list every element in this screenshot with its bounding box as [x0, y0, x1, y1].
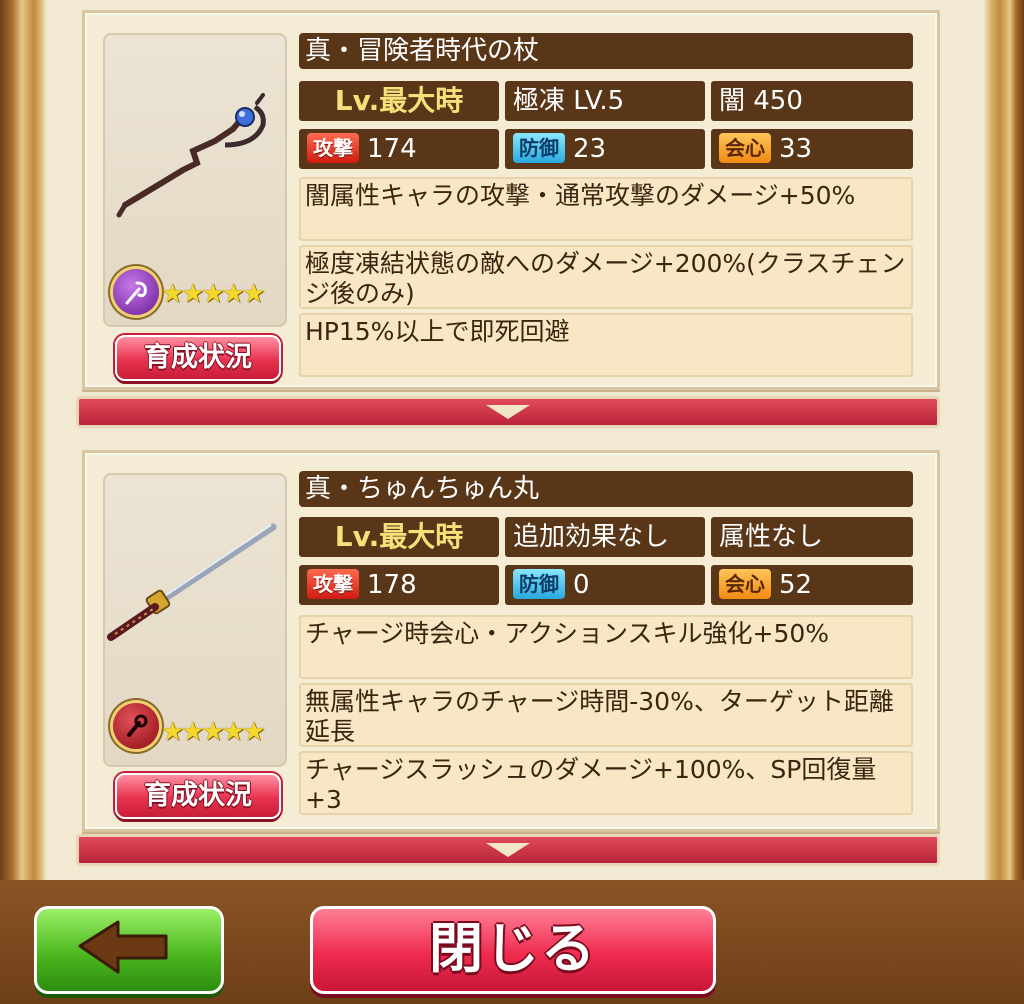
defense-tag: 防御 — [513, 132, 565, 163]
weapon-card: ★★★★★ 育成状況 真・ちゅんちゅん丸 Lv.最大時 追加効果なし 属性なし … — [82, 450, 940, 832]
attack-stat: 攻撃 178 — [299, 565, 499, 605]
effect-text: チャージスラッシュのダメージ+100%、SP回復量+3 — [299, 751, 913, 815]
element-value: 闇 450 — [711, 81, 913, 121]
attack-value: 174 — [367, 134, 417, 164]
weapon-name: 真・ちゅんちゅん丸 — [299, 471, 913, 507]
no-element-icon — [113, 703, 159, 749]
level-label: Lv.最大時 — [299, 517, 499, 557]
window-frame-right — [984, 0, 1024, 880]
effect-text: 極度凍結状態の敵へのダメージ+200%(クラスチェンジ後のみ) — [299, 245, 913, 309]
training-status-button[interactable]: 育成状況 — [115, 335, 281, 381]
critical-value: 33 — [779, 134, 813, 164]
close-button[interactable]: 閉じる — [310, 906, 716, 994]
chevron-down-icon — [486, 843, 530, 857]
attack-stat: 攻撃 174 — [299, 129, 499, 169]
dark-element-icon — [113, 269, 159, 315]
left-arrow-icon — [78, 920, 168, 974]
defense-tag: 防御 — [513, 568, 565, 599]
defense-stat: 防御 23 — [505, 129, 705, 169]
critical-tag: 会心 — [719, 568, 771, 599]
effect-text: チャージ時会心・アクションスキル強化+50% — [299, 615, 913, 679]
expand-toggle[interactable] — [76, 396, 940, 428]
level-label: Lv.最大時 — [299, 81, 499, 121]
effect-text: HP15%以上で即死回避 — [299, 313, 913, 377]
defense-value: 23 — [573, 134, 607, 164]
staff-icon — [116, 93, 266, 218]
special-effect: 追加効果なし — [505, 517, 705, 557]
effect-text: 無属性キャラのチャージ時間-30%、ターゲット距離延長 — [299, 683, 913, 747]
attack-tag: 攻撃 — [307, 132, 359, 163]
critical-value: 52 — [779, 570, 813, 600]
attack-tag: 攻撃 — [307, 568, 359, 599]
element-value: 属性なし — [711, 517, 913, 557]
defense-value: 0 — [573, 570, 590, 600]
special-effect: 極凍 LV.5 — [505, 81, 705, 121]
back-button[interactable] — [34, 906, 224, 994]
chevron-down-icon — [486, 405, 530, 419]
weapon-name: 真・冒険者時代の杖 — [299, 33, 913, 69]
weapon-card: ★★★★★ 育成状況 真・冒険者時代の杖 Lv.最大時 極凍 LV.5 闇 45… — [82, 10, 940, 390]
critical-stat: 会心 33 — [711, 129, 913, 169]
katana-icon — [107, 523, 277, 641]
rarity-stars: ★★★★★ — [161, 279, 266, 309]
critical-stat: 会心 52 — [711, 565, 913, 605]
effect-text: 闇属性キャラの攻撃・通常攻撃のダメージ+50% — [299, 177, 913, 241]
rarity-stars: ★★★★★ — [161, 717, 266, 747]
critical-tag: 会心 — [719, 132, 771, 163]
attack-value: 178 — [367, 570, 417, 600]
expand-toggle[interactable] — [76, 834, 940, 866]
defense-stat: 防御 0 — [505, 565, 705, 605]
training-status-button[interactable]: 育成状況 — [115, 773, 281, 819]
